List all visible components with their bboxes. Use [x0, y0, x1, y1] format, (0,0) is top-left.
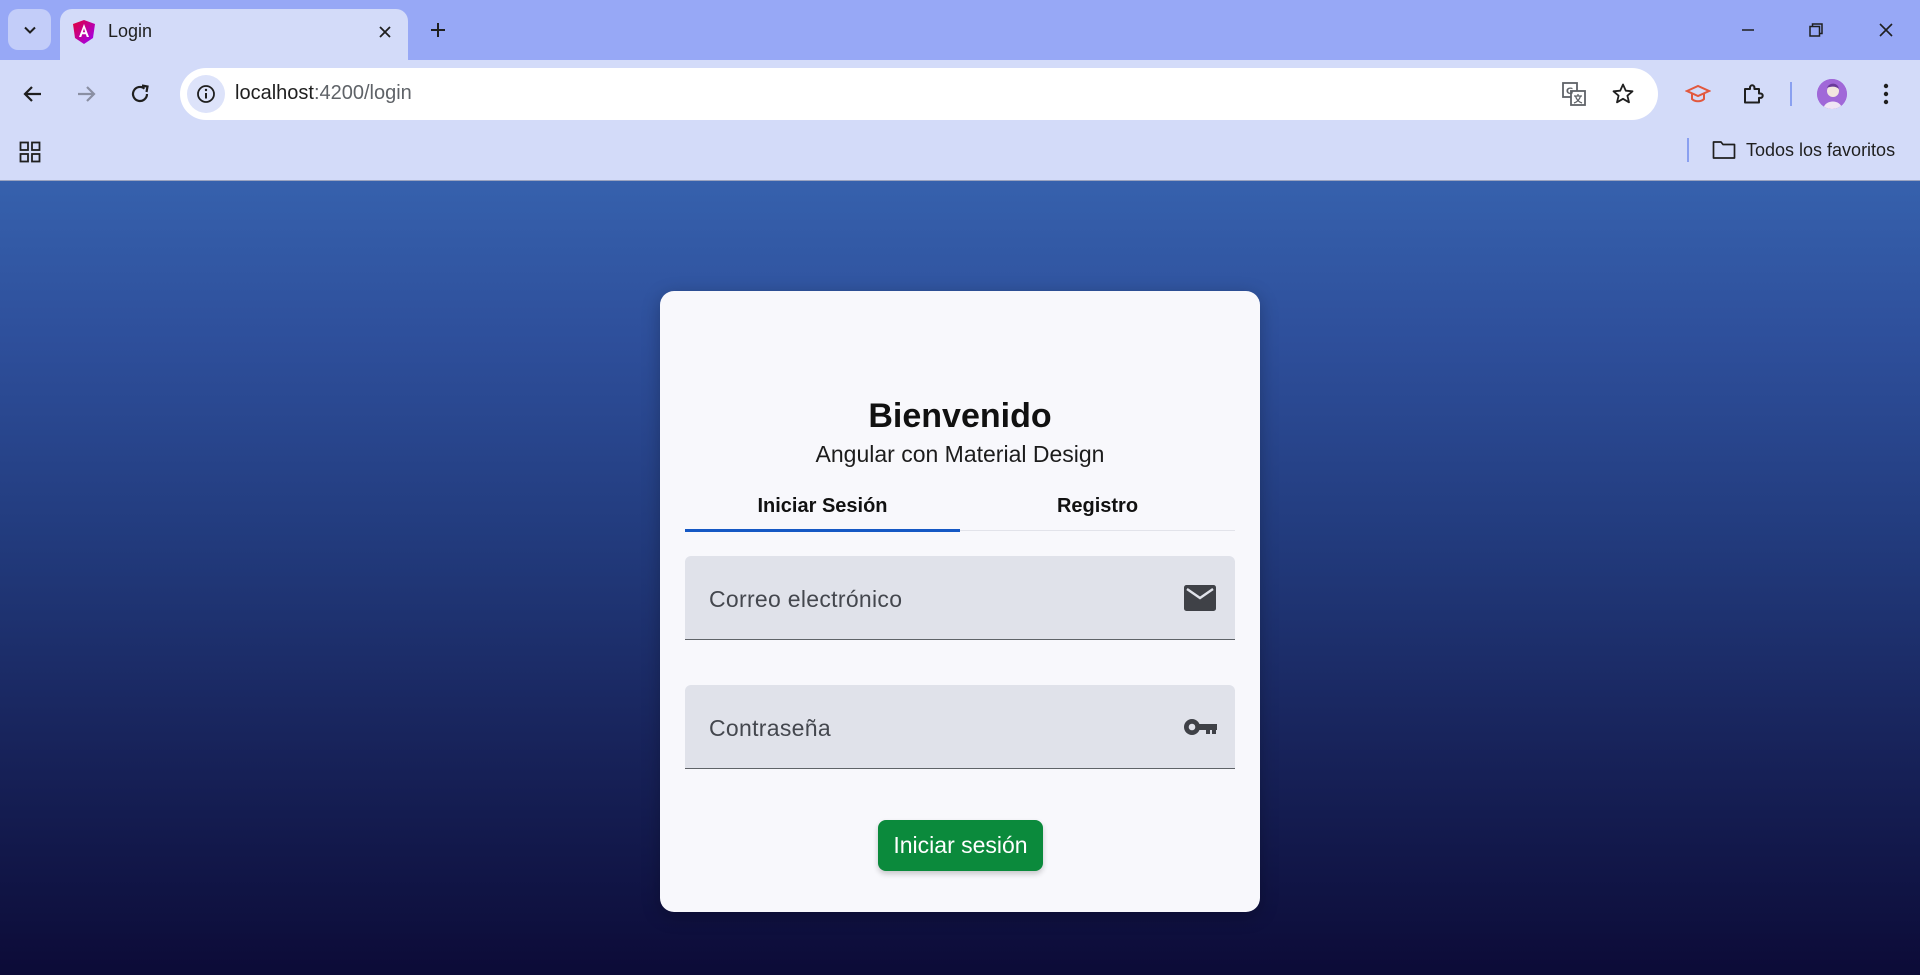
site-info-button[interactable]	[187, 75, 225, 113]
info-icon	[197, 85, 215, 103]
angular-favicon-icon	[73, 20, 95, 44]
restore-icon	[1809, 23, 1823, 37]
more-vertical-icon	[1883, 83, 1889, 105]
puzzle-icon	[1744, 84, 1764, 104]
close-window-button[interactable]	[1862, 10, 1910, 50]
extensions-menu-button[interactable]	[1733, 74, 1773, 114]
page-subtitle: Angular con Material Design	[815, 441, 1105, 467]
key-icon	[1183, 711, 1217, 743]
bookmarks-folder-label: Todos los favoritos	[1746, 139, 1896, 160]
login-card: Bienvenido Angular con Material Design I…	[660, 291, 1260, 912]
svg-text:G: G	[1566, 87, 1573, 97]
reload-button[interactable]	[120, 74, 160, 114]
star-icon	[1612, 83, 1634, 104]
email-field[interactable]: Correo electrónico	[685, 556, 1235, 640]
chevron-down-icon	[23, 26, 36, 34]
apps-button[interactable]	[16, 138, 44, 166]
page-title: Bienvenido	[868, 397, 1052, 435]
profile-avatar[interactable]	[1817, 79, 1847, 109]
back-button[interactable]	[13, 74, 53, 114]
tab-search-button[interactable]	[8, 9, 51, 50]
graduation-cap-icon	[1685, 84, 1711, 103]
email-field-label: Correo electrónico	[709, 586, 903, 612]
minimize-icon	[1742, 29, 1754, 31]
plus-icon	[431, 23, 445, 37]
translate-icon: G	[1562, 82, 1586, 106]
minimize-button[interactable]	[1724, 10, 1772, 50]
password-field-label: Contraseña	[709, 715, 831, 741]
tab-register[interactable]: Registro	[960, 481, 1235, 531]
toolbar-divider	[1790, 82, 1792, 106]
arrow-right-icon	[78, 86, 96, 102]
mail-icon	[1183, 582, 1217, 614]
browser-menu-button[interactable]	[1866, 74, 1906, 114]
folder-icon	[1712, 141, 1736, 159]
new-tab-button[interactable]	[424, 14, 452, 46]
auth-tabs: Iniciar Sesión Registro	[685, 481, 1235, 532]
tab-register-label: Registro	[1056, 494, 1139, 517]
reload-icon	[131, 84, 149, 103]
translate-button[interactable]: G	[1558, 78, 1590, 110]
avatar-icon	[1817, 79, 1847, 109]
tab-title: Login	[108, 21, 153, 41]
tab-login-label: Iniciar Sesión	[757, 494, 888, 517]
login-submit-button[interactable]: Iniciar sesión	[878, 820, 1043, 871]
browser-toolbar: localhost:4200/login G	[0, 60, 1920, 188]
login-submit-label: Iniciar sesión	[893, 832, 1028, 858]
forward-button[interactable]	[66, 74, 106, 114]
grid-icon	[19, 141, 41, 163]
password-field[interactable]: Contraseña	[685, 685, 1235, 769]
url-host: localhost	[235, 82, 314, 104]
browser-tab-login[interactable]: Login	[60, 9, 408, 60]
close-icon	[1879, 23, 1893, 37]
address-bar[interactable]: localhost:4200/login G	[180, 68, 1658, 120]
bookmarks-divider	[1687, 138, 1689, 162]
bookmarks-folder-all[interactable]: Todos los favoritos	[1712, 136, 1895, 164]
restore-button[interactable]	[1792, 10, 1840, 50]
tab-strip: Login	[0, 0, 1920, 60]
url-path: :4200/login	[313, 82, 412, 104]
tab-close-button[interactable]	[372, 19, 398, 45]
close-icon	[379, 26, 391, 38]
url-text: localhost:4200/login	[235, 82, 412, 105]
extension-button[interactable]	[1678, 74, 1718, 114]
tab-login[interactable]: Iniciar Sesión	[685, 481, 960, 532]
bookmark-star-button[interactable]	[1607, 78, 1639, 110]
arrow-left-icon	[23, 86, 41, 102]
